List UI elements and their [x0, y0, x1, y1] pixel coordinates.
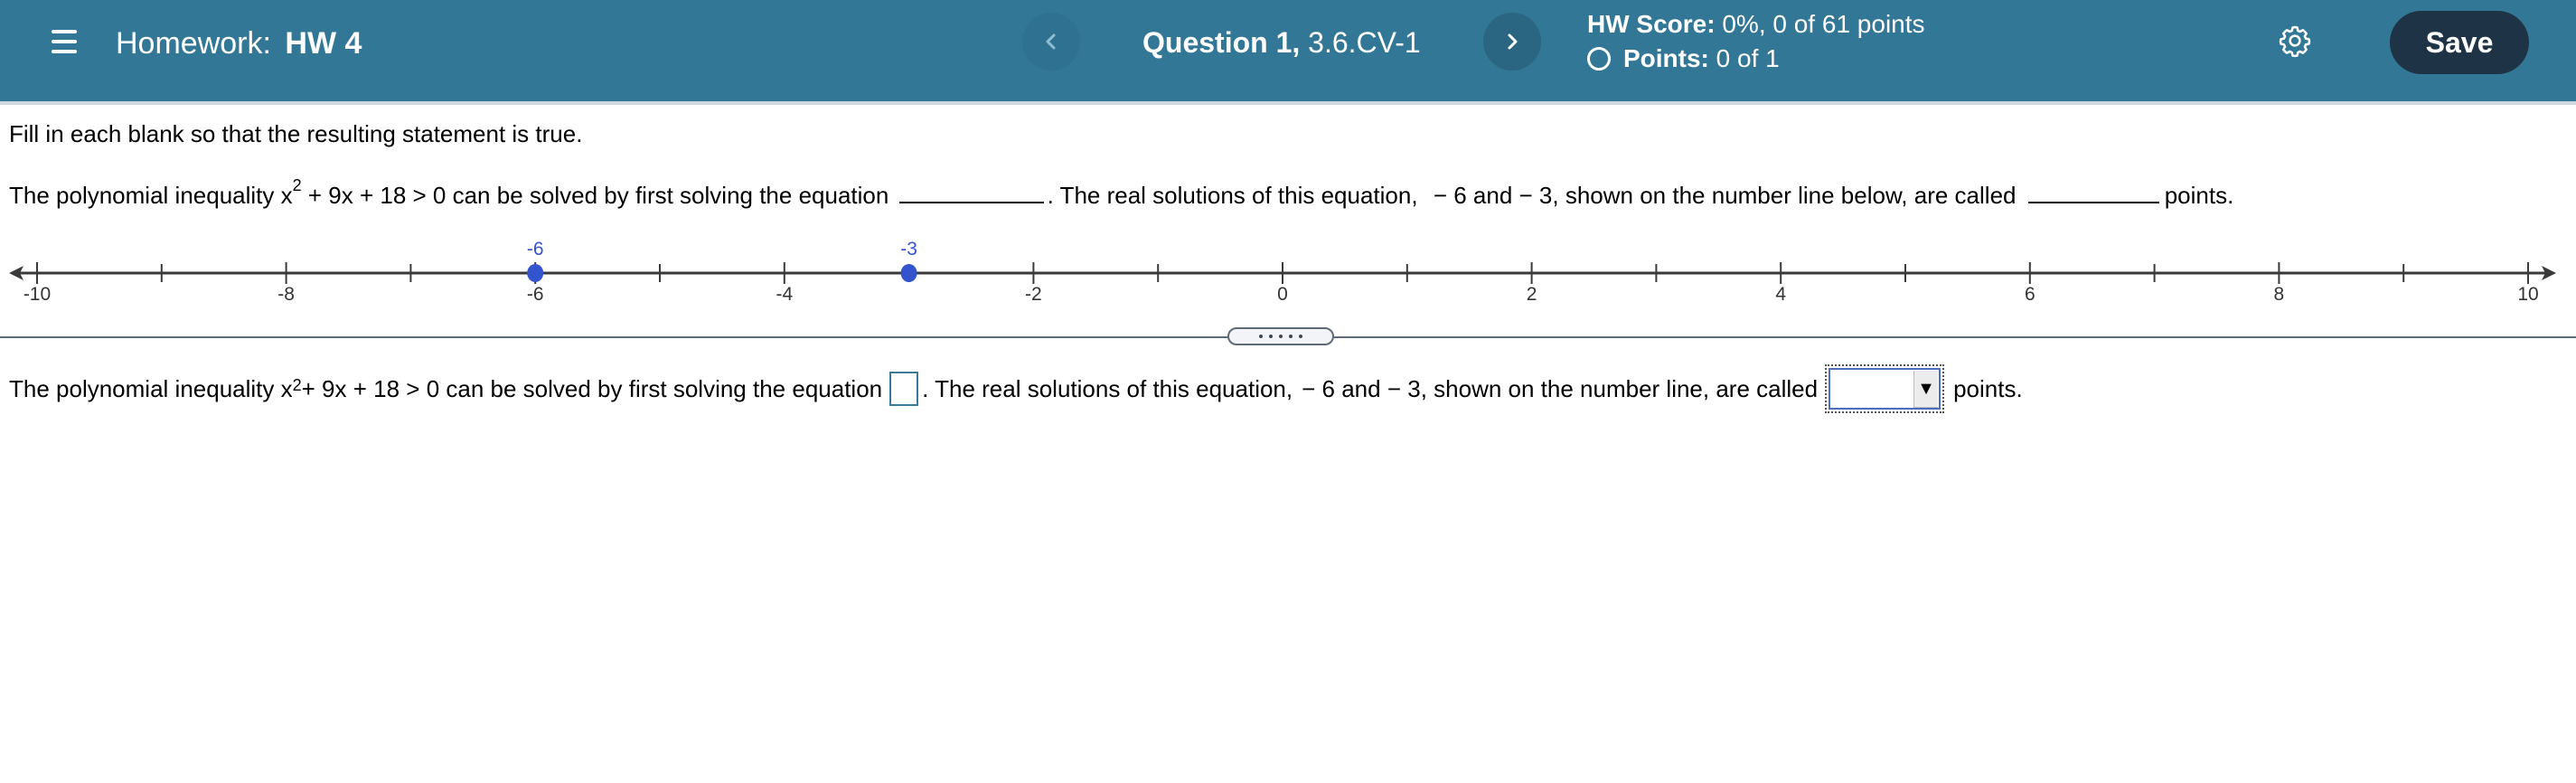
blank-equation [898, 182, 1044, 203]
previous-question-button[interactable] [1022, 13, 1080, 71]
tick-label: 0 [1277, 284, 1288, 305]
tick-label: 2 [1527, 284, 1537, 305]
empty-circle-icon [1587, 47, 1611, 71]
tick-label: 8 [2274, 284, 2285, 305]
top-bar: Homework: HW 4 Question 1, 3.6.CV-1 HW S… [0, 0, 2576, 101]
homework-title: Homework: HW 4 [116, 25, 362, 61]
instruction-text: Fill in each blank so that the resulting… [9, 120, 583, 147]
statement-text: . The real solutions of this equation, [1047, 182, 1418, 209]
gear-icon[interactable] [2278, 24, 2312, 58]
homework-title-prefix: Homework: [116, 26, 271, 61]
statement-text: and [1466, 182, 1519, 209]
solution-1: − 6 [1302, 375, 1335, 402]
statement-text: points. [2164, 182, 2234, 209]
homework-name: HW 4 [285, 26, 362, 61]
solution-1: − 6 [1433, 182, 1467, 209]
answer-statement: The polynomial inequality x2 + 9x + 18 >… [9, 364, 2023, 413]
statement-text: points. [1953, 375, 2023, 402]
hw-score: HW Score: 0%, 0 of 61 points [1587, 7, 1925, 42]
tick-label: -2 [1025, 284, 1042, 305]
statement-text: + 9x + 18 > 0 can be solved by first sol… [301, 182, 889, 209]
tick-label: -8 [277, 284, 295, 305]
statement-text: , shown on the number line, are called [1420, 375, 1819, 402]
next-question-button[interactable] [1483, 13, 1541, 71]
tick-label: 4 [1775, 284, 1786, 305]
header-divider [0, 101, 2576, 105]
question-number: Question 1, [1142, 26, 1301, 59]
equation-answer-input[interactable] [889, 372, 919, 406]
question-title: Question 1, 3.6.CV-1 [1142, 24, 1421, 61]
solution-2: − 3 [1518, 182, 1553, 209]
tick-label: -6 [527, 284, 544, 305]
tick-label: 6 [2025, 284, 2035, 305]
hw-score-value: 0%, 0 of 61 points [1722, 10, 1925, 38]
hw-score-label: HW Score: [1587, 10, 1716, 38]
dropdown-field[interactable]: ▼ [1829, 368, 1941, 410]
number-line-svg: -10 -8 -6 -4 -2 0 2 4 6 8 10 -6 -3 [9, 239, 2556, 305]
statement-text: . The real solutions of this equation, [922, 375, 1293, 402]
blank-points-type [2027, 182, 2159, 203]
points-label: Points: [1623, 44, 1709, 72]
chevron-left-icon [1046, 33, 1056, 50]
points-value: 0 of 1 [1716, 44, 1780, 72]
exponent: 2 [292, 176, 302, 195]
statement-text: , shown on the number line below, are ca… [1552, 182, 2017, 209]
statement-text: + 9x + 18 > 0 can be solved by first sol… [301, 375, 883, 402]
statement-text: The polynomial inequality x [9, 182, 293, 209]
statement-text: The polynomial inequality x [9, 375, 293, 402]
save-button[interactable]: Save [2390, 11, 2529, 74]
question-points: Points: 0 of 1 [1587, 42, 1925, 76]
pane-resize-handle[interactable] [1227, 327, 1334, 345]
hamburger-menu-icon[interactable] [49, 25, 80, 56]
triangle-down-icon[interactable]: ▼ [1913, 370, 1939, 408]
question-id: 3.6.CV-1 [1308, 26, 1421, 59]
score-block: HW Score: 0%, 0 of 61 points Points: 0 o… [1587, 7, 1925, 76]
solution-point-label: -6 [527, 239, 544, 259]
chevron-right-icon [1508, 33, 1518, 50]
points-type-dropdown[interactable]: ▼ [1825, 364, 1945, 413]
solution-point [527, 264, 544, 282]
statement-preview: The polynomial inequality x2 + 9x + 18 >… [9, 177, 2234, 210]
tick-label: 10 [2517, 284, 2538, 305]
number-line: -10 -8 -6 -4 -2 0 2 4 6 8 10 -6 -3 [0, 233, 2576, 306]
solution-2: − 3 [1387, 375, 1421, 402]
statement-text: and [1335, 375, 1387, 402]
tick-label: -10 [24, 284, 51, 305]
tick-label: -4 [776, 284, 793, 305]
solution-point-label: -3 [900, 239, 917, 259]
solution-point [900, 264, 917, 282]
